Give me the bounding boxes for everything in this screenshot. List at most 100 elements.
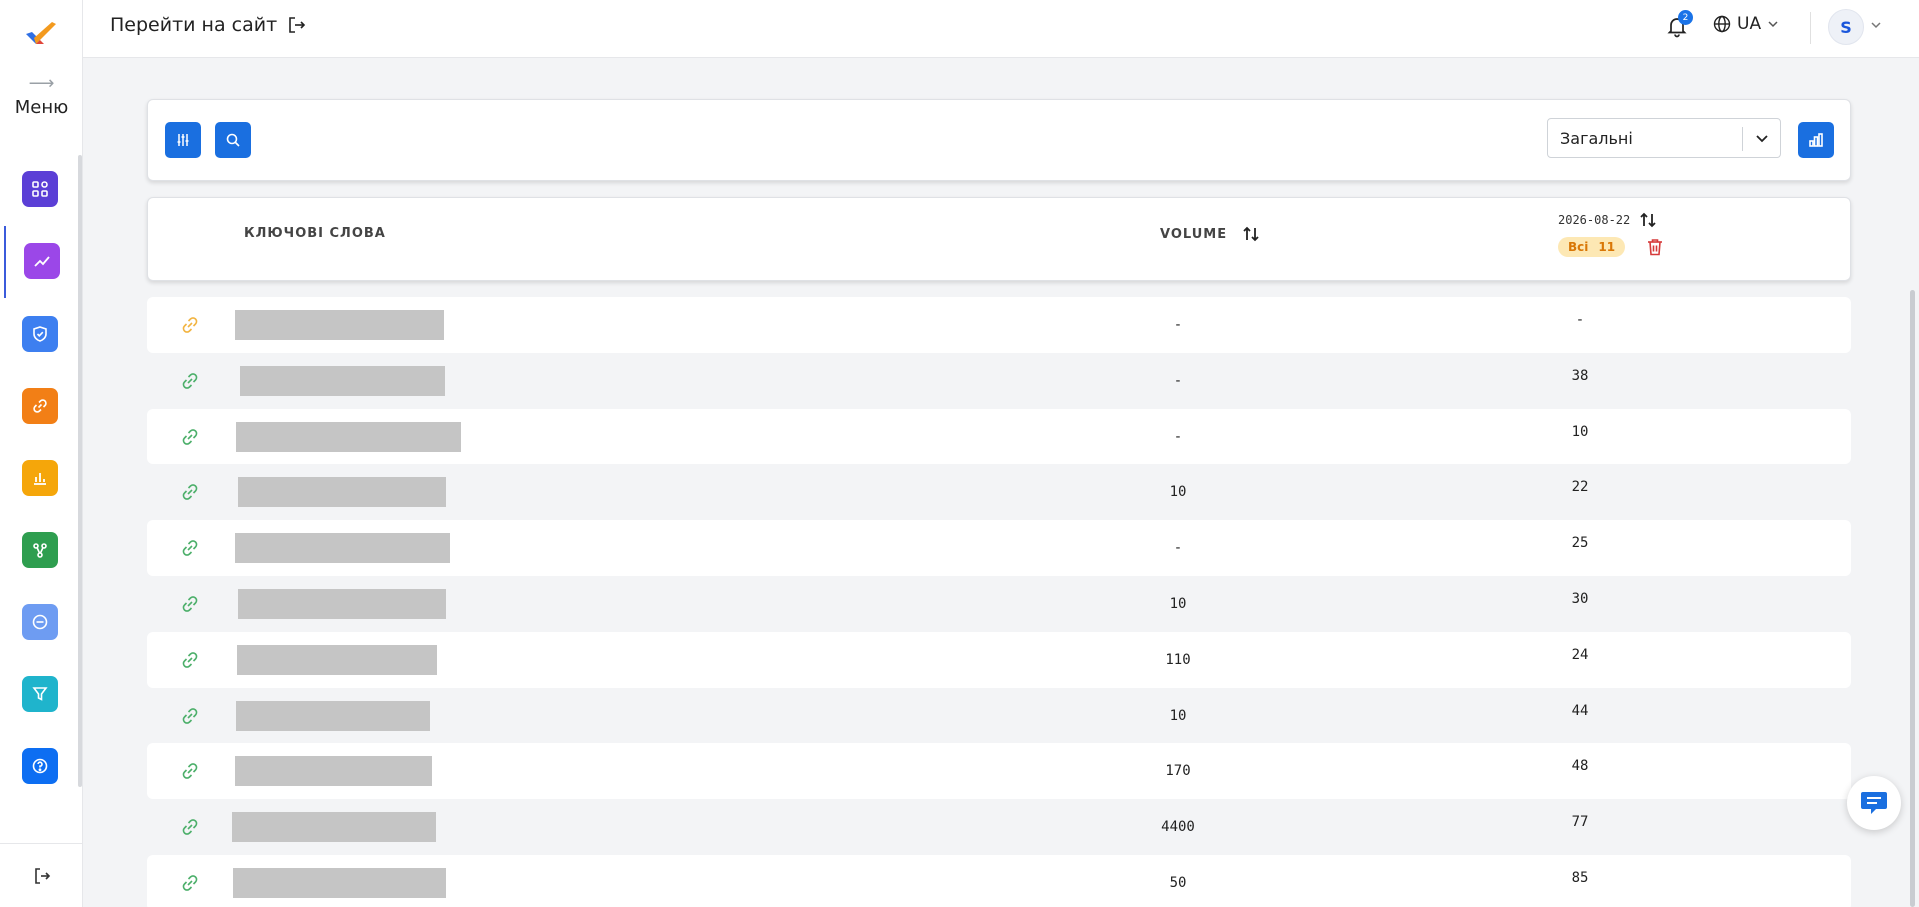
keyword-cell-redacted: [238, 477, 446, 508]
select-separator: [1742, 127, 1743, 151]
active-indicator: [4, 226, 6, 298]
column-date[interactable]: 2026-08-22: [1558, 210, 1658, 230]
table-row[interactable]: 4400 77: [147, 799, 1851, 855]
badge-count: 11: [1598, 240, 1616, 254]
keyword-cell-redacted: [233, 867, 446, 898]
table-row[interactable]: - 10: [147, 408, 1851, 465]
link-icon[interactable]: [180, 650, 200, 670]
table-row[interactable]: - 38: [147, 353, 1851, 409]
sidebar-item-exclude[interactable]: [22, 604, 58, 640]
table-row[interactable]: 10 44: [147, 688, 1851, 744]
chart-view-button[interactable]: [1798, 122, 1834, 158]
goto-site-link[interactable]: Перейти на сайт: [110, 14, 307, 36]
search-button[interactable]: [215, 122, 251, 158]
header-divider: [1810, 12, 1811, 44]
chevron-down-icon: [1768, 21, 1778, 28]
link-icon[interactable]: [180, 538, 200, 558]
sort-icon[interactable]: [1241, 224, 1261, 244]
table-row[interactable]: 10 22: [147, 464, 1851, 520]
user-avatar[interactable]: S: [1828, 9, 1864, 45]
all-filter-badge[interactable]: Всі 11: [1558, 237, 1626, 257]
keyword-cell-redacted: [240, 365, 445, 396]
table-row[interactable]: - 25: [147, 520, 1851, 576]
volume-cell: 170: [1165, 763, 1191, 780]
notification-badge: 2: [1678, 10, 1693, 25]
link-icon[interactable]: [180, 427, 200, 447]
logout-button[interactable]: [0, 843, 83, 907]
goto-site-label: Перейти на сайт: [110, 14, 278, 36]
table-row[interactable]: 10 30: [147, 576, 1851, 632]
share-nodes-icon: [33, 543, 47, 558]
position-cell: 44: [1571, 702, 1589, 719]
trash-icon[interactable]: [1646, 237, 1664, 257]
group-select[interactable]: Загальні: [1547, 118, 1781, 158]
link-icon[interactable]: [180, 315, 200, 335]
top-header: Перейти на сайт 2 UA S: [83, 0, 1919, 58]
sidebar-item-links[interactable]: [22, 388, 58, 424]
keyword-cell-redacted: [235, 310, 444, 340]
column-volume[interactable]: VOLUME: [1160, 224, 1261, 244]
column-volume-label: VOLUME: [1160, 226, 1228, 242]
volume-cell: -: [1173, 317, 1183, 333]
link-icon[interactable]: [180, 817, 200, 837]
sidebar-item-dashboard[interactable]: [22, 171, 58, 207]
keyword-cell-redacted: [235, 756, 432, 787]
table-row[interactable]: 110 24: [147, 631, 1851, 688]
column-date-label: 2026-08-22: [1558, 213, 1631, 227]
table-header: КЛЮЧОВІ СЛОВА VOLUME 2026-08-22 Всі 11: [147, 197, 1851, 281]
volume-cell: -: [1173, 428, 1183, 445]
app-logo[interactable]: [24, 20, 58, 48]
sidebar-item-trends[interactable]: [24, 243, 60, 279]
page-scrollbar[interactable]: [1910, 290, 1915, 907]
position-cell: 77: [1571, 814, 1589, 831]
column-keywords[interactable]: КЛЮЧОВІ СЛОВА: [244, 226, 386, 241]
sidebar: ⟶ Меню: [0, 0, 83, 907]
volume-cell: 10: [1169, 707, 1187, 724]
position-cell: 38: [1571, 367, 1589, 384]
link-icon[interactable]: [180, 371, 200, 391]
table-row[interactable]: --: [147, 297, 1851, 353]
sidebar-item-share[interactable]: [22, 532, 58, 568]
bar-chart-icon: [34, 473, 46, 485]
chevron-down-icon[interactable]: [1870, 19, 1882, 31]
sidebar-item-help[interactable]: [22, 748, 58, 784]
position-cell: 22: [1571, 479, 1589, 496]
chat-icon: [1861, 792, 1887, 814]
keyword-cell-redacted: [236, 421, 461, 452]
menu-toggle[interactable]: ⟶ Меню: [0, 73, 83, 119]
table-row[interactable]: 50 85: [147, 854, 1851, 907]
sidebar-item-security[interactable]: [22, 316, 58, 352]
minus-circle-icon: [32, 614, 48, 630]
toolbar-card: Загальні: [147, 99, 1851, 181]
logout-icon: [34, 867, 50, 884]
link-icon[interactable]: [180, 873, 200, 893]
search-icon: [226, 133, 240, 147]
volume-cell: 10: [1169, 595, 1187, 612]
sort-icon[interactable]: [1638, 210, 1658, 230]
position-cell: 10: [1571, 423, 1589, 440]
link-icon[interactable]: [180, 482, 200, 502]
volume-cell: 4400: [1161, 819, 1195, 836]
link-icon[interactable]: [180, 594, 200, 614]
keyword-cell-redacted: [235, 533, 450, 564]
link-icon[interactable]: [180, 706, 200, 726]
language-select[interactable]: UA: [1713, 14, 1779, 34]
table-row[interactable]: 170 48: [147, 743, 1851, 800]
sidebar-item-analytics[interactable]: [22, 460, 58, 496]
volume-cell: -: [1173, 540, 1183, 557]
arrow-right-icon: ⟶: [28, 73, 55, 94]
chevron-down-icon: [1756, 135, 1768, 143]
volume-cell: 110: [1165, 651, 1191, 668]
sidebar-item-filter[interactable]: [22, 676, 58, 712]
language-label: UA: [1737, 14, 1762, 34]
keyword-cell-redacted: [236, 700, 430, 731]
keyword-cell-redacted: [237, 644, 437, 675]
filters-button[interactable]: [165, 122, 201, 158]
sidebar-scrollbar[interactable]: [78, 155, 82, 787]
position-cell: 24: [1571, 646, 1589, 663]
chat-button[interactable]: [1847, 776, 1901, 830]
keyword-cell-redacted: [232, 812, 436, 843]
link-icon[interactable]: [180, 761, 200, 781]
external-exit-icon: [289, 17, 306, 33]
group-select-value: Загальні: [1560, 129, 1633, 148]
